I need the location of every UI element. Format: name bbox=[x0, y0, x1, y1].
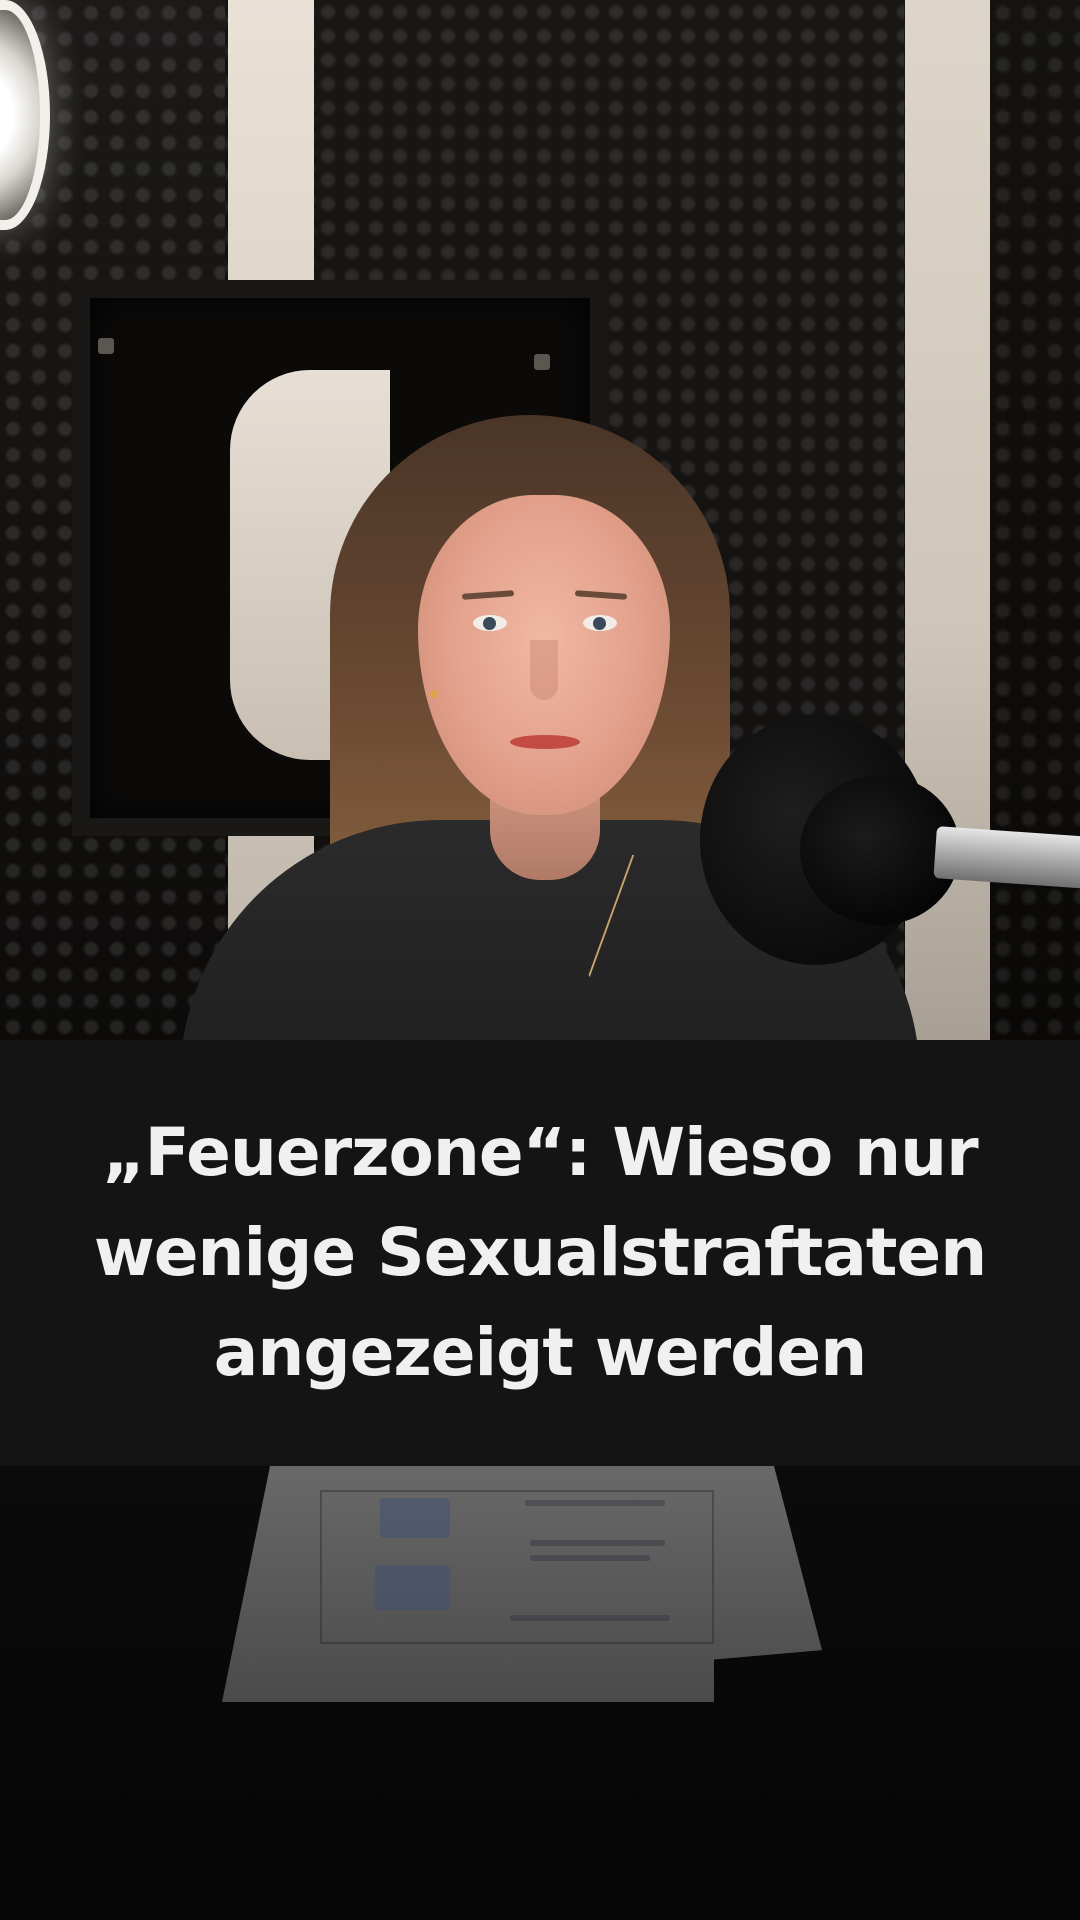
title-banner: „Feuerzone“: Wieso nur wenige Sexualstra… bbox=[0, 1040, 1080, 1466]
eye-right bbox=[583, 615, 617, 631]
title-line: wenige Sexualstraftaten bbox=[93, 1214, 987, 1291]
document-text-line bbox=[530, 1555, 650, 1561]
document-text-line bbox=[510, 1615, 670, 1621]
document-image bbox=[375, 1565, 450, 1610]
nose bbox=[530, 640, 558, 700]
title-line: „Feuerzone“: Wieso nur bbox=[102, 1114, 978, 1191]
video-frame[interactable]: „Feuerzone“: Wieso nur wenige Sexualstra… bbox=[0, 0, 1080, 1920]
video-scene bbox=[0, 0, 1080, 1040]
eye-left bbox=[473, 615, 507, 631]
document-text-line bbox=[530, 1540, 665, 1546]
earring bbox=[430, 690, 438, 698]
title-line: angezeigt werden bbox=[213, 1314, 867, 1391]
mouth bbox=[510, 735, 580, 749]
document-text-line bbox=[525, 1500, 665, 1506]
document-image bbox=[380, 1498, 450, 1538]
video-title: „Feuerzone“: Wieso nur wenige Sexualstra… bbox=[0, 1103, 1080, 1403]
